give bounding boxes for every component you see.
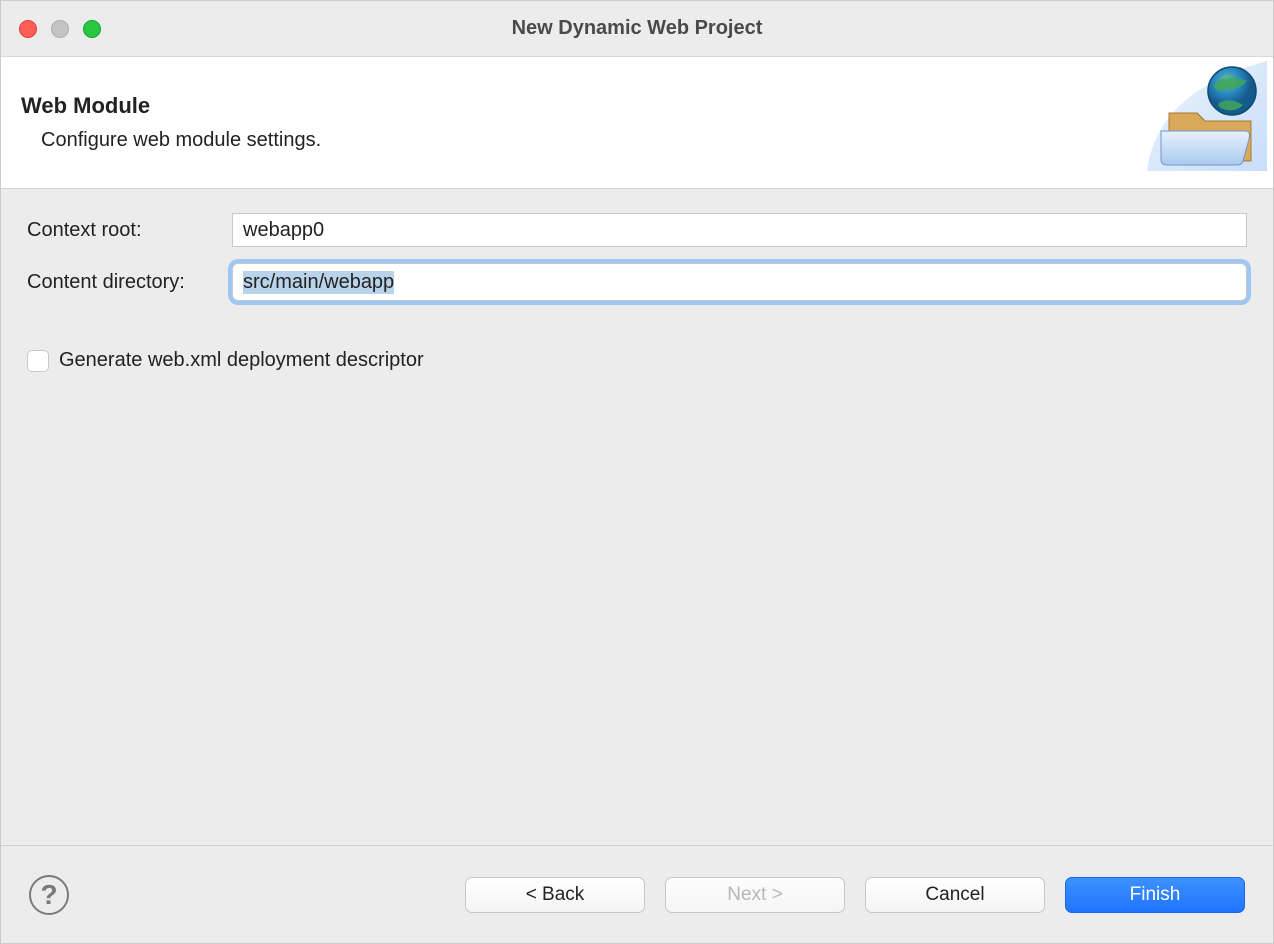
content-directory-input[interactable]: src/main/webapp — [237, 268, 1242, 296]
dialog-content: Context root: Content directory: src/mai… — [1, 189, 1273, 845]
content-directory-value: src/main/webapp — [243, 271, 394, 294]
wizard-banner-icon — [1147, 61, 1267, 171]
window-controls — [19, 20, 101, 38]
generate-webxml-label: Generate web.xml deployment descriptor — [59, 349, 424, 372]
zoom-window-button[interactable] — [83, 20, 101, 38]
context-root-label: Context root: — [27, 219, 232, 242]
next-button: Next > — [665, 877, 845, 913]
context-root-row: Context root: — [27, 213, 1247, 247]
page-title: Web Module — [21, 93, 1253, 119]
back-button[interactable]: < Back — [465, 877, 645, 913]
page-subtitle: Configure web module settings. — [41, 129, 1253, 152]
cancel-button[interactable]: Cancel — [865, 877, 1045, 913]
help-icon[interactable]: ? — [29, 875, 69, 915]
minimize-window-button[interactable] — [51, 20, 69, 38]
finish-button[interactable]: Finish — [1065, 877, 1245, 913]
dialog-header: Web Module Configure web module settings… — [1, 57, 1273, 189]
close-window-button[interactable] — [19, 20, 37, 38]
dialog-footer: ? < Back Next > Cancel Finish — [1, 845, 1273, 943]
generate-webxml-row: Generate web.xml deployment descriptor — [27, 349, 1247, 372]
content-directory-row: Content directory: src/main/webapp — [27, 263, 1247, 301]
titlebar: New Dynamic Web Project — [1, 1, 1273, 57]
content-directory-label: Content directory: — [27, 271, 232, 294]
dialog-header-text: Web Module Configure web module settings… — [21, 93, 1253, 152]
content-directory-focus: src/main/webapp — [232, 263, 1247, 301]
window-title: New Dynamic Web Project — [1, 17, 1273, 40]
generate-webxml-checkbox[interactable] — [27, 350, 49, 372]
dialog-window: New Dynamic Web Project Web Module Confi… — [0, 0, 1274, 944]
context-root-input[interactable] — [232, 213, 1247, 247]
